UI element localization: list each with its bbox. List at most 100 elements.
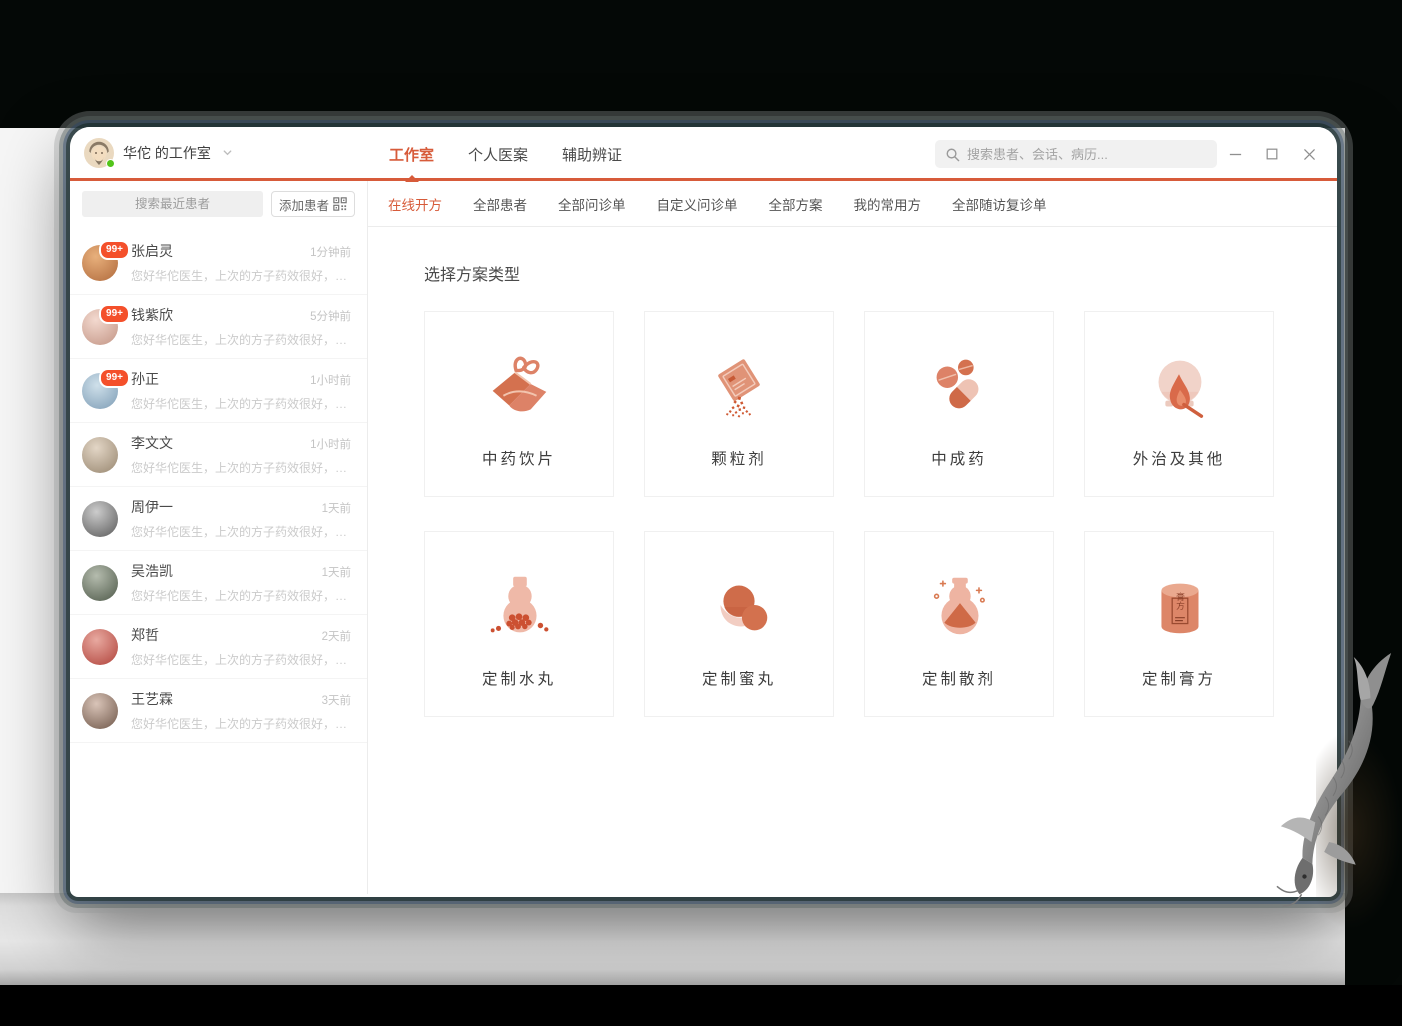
add-patient-button[interactable]: 添加患者 <box>271 191 355 217</box>
window-controls <box>1227 127 1317 181</box>
plan-type-section: 选择方案类型 中药饮片 颗粒剂 中成药 外治及其他 定制水丸 <box>368 227 1337 894</box>
online-status-dot <box>106 159 115 168</box>
close-button[interactable] <box>1301 146 1317 162</box>
message-preview: 您好华佗医生，上次的方子药效很好，请问... <box>131 523 351 540</box>
subtab[interactable]: 在线开方 <box>388 194 442 214</box>
message-preview: 您好华佗医生，上次的方子药效很好，请问... <box>131 395 351 412</box>
patient-list-item[interactable]: 吴浩凯 1天前 您好华佗医生，上次的方子药效很好，请问... <box>70 551 367 615</box>
add-patient-label: 添加患者 <box>279 195 329 214</box>
message-time: 2天前 <box>322 628 351 644</box>
unread-count-badge: 99+ <box>99 240 130 260</box>
patient-list-item[interactable]: 99+ 钱紫欣 5分钟前 您好华佗医生，上次的方子药效很好，请问... <box>70 295 367 359</box>
subtab[interactable]: 我的常用方 <box>854 194 922 214</box>
subtab[interactable]: 全部问诊单 <box>558 194 626 214</box>
plan-type-label: 颗粒剂 <box>711 447 767 469</box>
app-window: 华佗 的工作室 工作室 个人医案 辅助辨证 <box>70 127 1337 897</box>
patient-list-item[interactable]: 99+ 孙正 1小时前 您好华佗医生，上次的方子药效很好，请问... <box>70 359 367 423</box>
plan-type-label: 定制散剂 <box>922 667 996 689</box>
message-time: 1天前 <box>322 564 351 580</box>
message-time: 1天前 <box>322 500 351 516</box>
plan-type-label: 定制水丸 <box>482 667 556 689</box>
nav-tab-label: 工作室 <box>389 144 434 165</box>
screenshot-stage: 华佗 的工作室 工作室 个人医案 辅助辨证 <box>0 0 1402 1026</box>
message-preview: 您好华佗医生，上次的方子药效很好，请问... <box>131 587 351 604</box>
patient-list: 99+ 张启灵 1分钟前 您好华佗医生，上次的方子药效很好，请问... 99+ … <box>70 227 367 894</box>
patient-list-item[interactable]: 李文文 1小时前 您好华佗医生，上次的方子药效很好，请问... <box>70 423 367 487</box>
message-preview: 您好华佗医生，上次的方子药效很好，请问... <box>131 331 351 348</box>
plan-type-card[interactable]: 中成药 <box>864 311 1054 497</box>
minimize-button[interactable] <box>1227 146 1243 162</box>
patient-avatar <box>82 629 118 665</box>
main-nav: 工作室 个人医案 辅助辨证 <box>389 127 622 181</box>
patient-list-item[interactable]: 王艺霖 3天前 您好华佗医生，上次的方子药效很好，请问... <box>70 679 367 743</box>
patient-name: 周伊一 <box>131 497 173 517</box>
plan-type-icon <box>700 347 778 425</box>
plan-type-icon <box>920 347 998 425</box>
message-time: 1小时前 <box>310 436 351 452</box>
patient-list-item[interactable]: 郑哲 2天前 您好华佗医生，上次的方子药效很好，请问... <box>70 615 367 679</box>
plan-type-card[interactable]: 定制膏方 <box>1084 531 1274 717</box>
plan-type-card[interactable]: 外治及其他 <box>1084 311 1274 497</box>
nav-tab-label: 辅助辨证 <box>562 144 622 165</box>
subtab[interactable]: 全部方案 <box>769 194 823 214</box>
doctor-profile[interactable]: 华佗 的工作室 <box>84 138 233 168</box>
plan-type-grid: 中药饮片 颗粒剂 中成药 外治及其他 定制水丸 定制蜜丸 定制散 <box>424 311 1307 717</box>
plan-type-card[interactable]: 定制散剂 <box>864 531 1054 717</box>
patient-list-item[interactable]: 99+ 张启灵 1分钟前 您好华佗医生，上次的方子药效很好，请问... <box>70 231 367 295</box>
patient-name: 王艺霖 <box>131 689 173 709</box>
sidebar-toolbar: 添加患者 <box>70 181 367 227</box>
plan-type-icon <box>920 567 998 645</box>
workspace-subtabs: 在线开方 全部患者 全部问诊单 自定义问诊单 全部方案 我的常用方 全部随访复诊… <box>368 181 1337 227</box>
subtab[interactable]: 全部患者 <box>473 194 527 214</box>
maximize-button[interactable] <box>1264 146 1280 162</box>
plan-type-label: 中药饮片 <box>482 447 556 469</box>
qr-code-icon <box>333 197 347 211</box>
plan-type-label: 定制蜜丸 <box>702 667 776 689</box>
patient-list-item[interactable]: 周伊一 1天前 您好华佗医生，上次的方子药效很好，请问... <box>70 487 367 551</box>
global-search[interactable] <box>935 140 1217 168</box>
patient-avatar <box>82 437 118 473</box>
plan-type-card[interactable]: 定制水丸 <box>424 531 614 717</box>
nav-tab[interactable]: 辅助辨证 <box>562 127 622 181</box>
global-search-input[interactable] <box>967 147 1207 162</box>
patient-name: 孙正 <box>131 369 159 389</box>
unread-count-badge: 99+ <box>99 368 130 388</box>
title-bar: 华佗 的工作室 工作室 个人医案 辅助辨证 <box>70 127 1337 181</box>
patient-avatar: 99+ <box>82 309 118 345</box>
section-title: 选择方案类型 <box>424 261 1307 285</box>
message-preview: 您好华佗医生，上次的方子药效很好，请问... <box>131 267 351 284</box>
plan-type-icon <box>1140 347 1218 425</box>
doctor-avatar <box>84 138 114 168</box>
plan-type-label: 定制膏方 <box>1142 667 1216 689</box>
nav-tab[interactable]: 个人医案 <box>468 127 528 181</box>
koi-fish-decoration <box>1272 648 1400 916</box>
minimize-icon <box>1228 147 1243 162</box>
search-icon <box>945 147 960 162</box>
patient-name: 李文文 <box>131 433 173 453</box>
message-time: 1小时前 <box>310 372 351 388</box>
active-tab-indicator-icon <box>405 175 419 182</box>
plan-type-card[interactable]: 中药饮片 <box>424 311 614 497</box>
message-time: 5分钟前 <box>310 308 351 324</box>
backdrop-bottom <box>0 985 1402 1026</box>
main-panel: 在线开方 全部患者 全部问诊单 自定义问诊单 全部方案 我的常用方 全部随访复诊… <box>368 181 1337 894</box>
patient-avatar <box>82 501 118 537</box>
recent-patient-search-input[interactable] <box>82 191 263 217</box>
plan-type-icon <box>1140 567 1218 645</box>
plan-type-label: 中成药 <box>931 447 987 469</box>
maximize-icon <box>1265 147 1279 161</box>
plan-type-card[interactable]: 颗粒剂 <box>644 311 834 497</box>
patients-sidebar: 添加患者 99+ 张启灵 1分钟前 您好华佗医生，上次的方子药效很好，请问...… <box>70 181 368 894</box>
plan-type-card[interactable]: 定制蜜丸 <box>644 531 834 717</box>
nav-tab-label: 个人医案 <box>468 144 528 165</box>
unread-count-badge: 99+ <box>99 304 130 324</box>
subtab[interactable]: 全部随访复诊单 <box>952 194 1047 214</box>
patient-name: 吴浩凯 <box>131 561 173 581</box>
patient-avatar <box>82 565 118 601</box>
nav-tab[interactable]: 工作室 <box>389 127 434 181</box>
workspace-title: 华佗 的工作室 <box>123 143 211 163</box>
chevron-down-icon[interactable] <box>222 147 233 158</box>
patient-name: 钱紫欣 <box>131 305 173 325</box>
app-body: 添加患者 99+ 张启灵 1分钟前 您好华佗医生，上次的方子药效很好，请问...… <box>70 181 1337 894</box>
subtab[interactable]: 自定义问诊单 <box>657 194 738 214</box>
